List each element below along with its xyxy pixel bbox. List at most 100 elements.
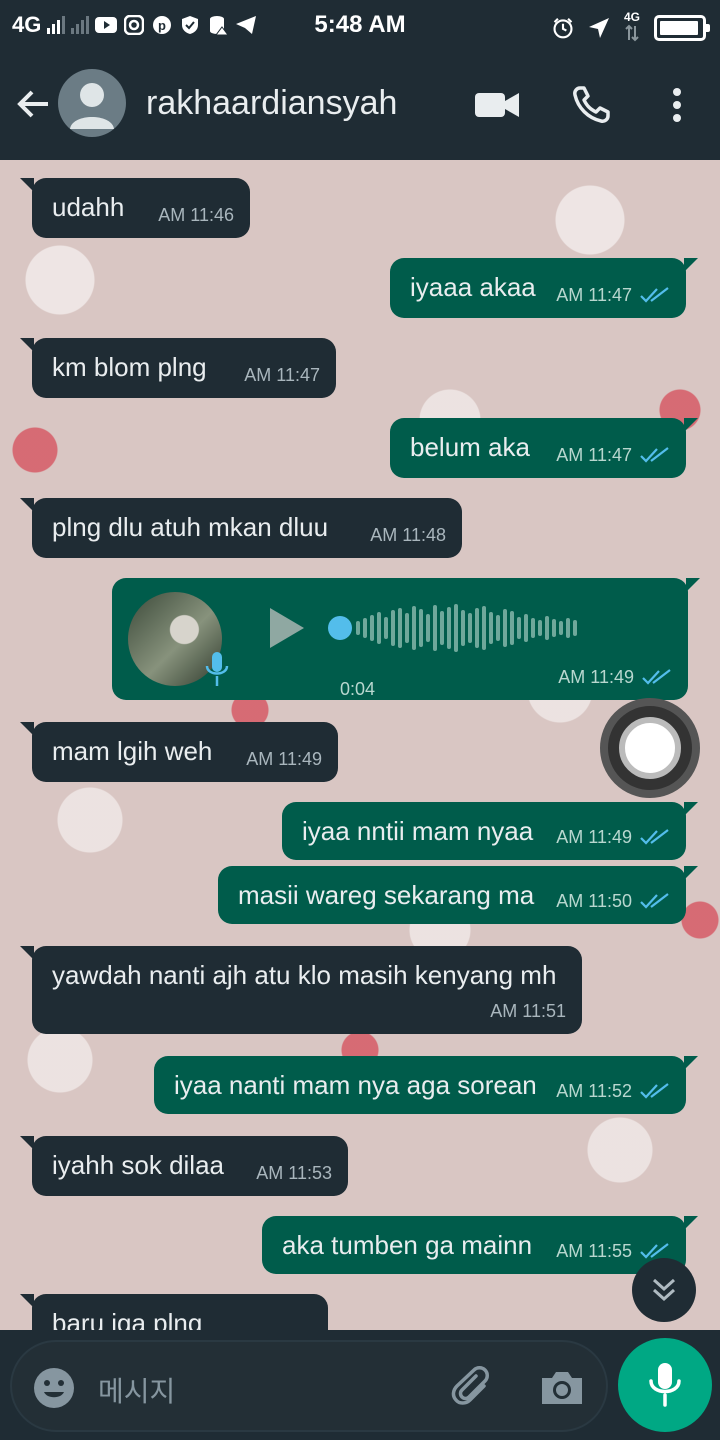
waveform-bar (475, 608, 479, 648)
message-placeholder: 메시지 (98, 1375, 176, 1408)
message-text: iyahh sok dilaa (52, 1150, 224, 1180)
floating-record-button[interactable] (600, 698, 700, 798)
phone-icon[interactable] (568, 82, 614, 128)
message-outgoing[interactable]: aka tumben ga mainn AM 11:55 (262, 1216, 698, 1274)
message-time: AM 11:49 (558, 662, 672, 692)
time-label: AM 11:52 (556, 1081, 632, 1101)
message-time: AM 11:49 (556, 822, 670, 852)
waveform-bar (398, 608, 402, 648)
waveform-bar (419, 609, 423, 647)
waveform-bar (377, 612, 381, 644)
location-icon (588, 17, 610, 39)
message-time: AM 11:51 (490, 996, 566, 1026)
waveform-bar (447, 607, 451, 649)
time-label: AM 11:49 (246, 749, 322, 769)
time-label: AM 11:49 (558, 667, 634, 687)
time-label: AM 11:50 (556, 891, 632, 911)
waveform-bar (538, 620, 542, 636)
message-outgoing[interactable]: belum aka AM 11:47 (390, 418, 698, 478)
message-outgoing[interactable]: iyaa nanti mam nya aga sorean AM 11:52 (154, 1056, 698, 1114)
mic-icon (205, 652, 229, 686)
waveform-bar (524, 614, 528, 642)
message-outgoing[interactable]: iyaaa akaa AM 11:47 (390, 258, 698, 318)
message-incoming[interactable]: udahh AM 11:46 (20, 178, 250, 238)
message-incoming[interactable]: plng dlu atuh mkan dluu AM 11:48 (20, 498, 462, 558)
battery-icon (654, 14, 710, 41)
waveform-bar (454, 604, 458, 652)
chat-area[interactable]: udahh AM 11:46 iyaaa akaa AM 11:47 km bl… (0, 160, 720, 1330)
playback-position-dot[interactable] (328, 616, 352, 640)
emoji-icon[interactable] (32, 1366, 76, 1410)
time-label: AM 11:48 (370, 525, 446, 545)
voice-waveform[interactable] (356, 600, 577, 656)
message-incoming[interactable]: baru iga plng (20, 1294, 328, 1330)
message-text: belum aka (410, 432, 530, 462)
data-indicator: 4G (624, 10, 640, 45)
waveform-bar (489, 612, 493, 644)
camera-icon[interactable] (538, 1364, 586, 1412)
waveform-bar (468, 613, 472, 643)
composer-bar: 메시지 (0, 1330, 720, 1440)
waveform-bar (503, 609, 507, 647)
message-incoming[interactable]: iyahh sok dilaa AM 11:53 (20, 1136, 348, 1196)
message-outgoing[interactable]: masii wareg sekarang ma AM 11:50 (218, 866, 698, 924)
back-arrow-icon[interactable] (14, 84, 54, 124)
waveform-bar (552, 619, 556, 637)
message-incoming[interactable]: km blom plng AM 11:47 (20, 338, 336, 398)
double-check-icon (640, 893, 669, 909)
contact-name[interactable]: rakhaardiansyah (146, 84, 397, 123)
waveform-bar (545, 616, 549, 640)
message-text: plng dlu atuh mkan dluu (52, 512, 329, 542)
waveform-bar (433, 605, 437, 651)
waveform-bar (482, 606, 486, 650)
message-text: iyaa nntii mam nyaa (302, 816, 534, 846)
alarm-icon (552, 17, 574, 39)
time-label: AM 11:51 (490, 1001, 566, 1021)
waveform-bar (461, 610, 465, 646)
message-outgoing[interactable]: iyaa nntii mam nyaa AM 11:49 (282, 802, 698, 860)
message-text: yawdah nanti ajh atu klo masih kenyang m… (52, 960, 557, 990)
message-time: AM 11:47 (556, 440, 670, 470)
message-time: AM 11:49 (246, 744, 322, 774)
message-text: udahh (52, 192, 125, 222)
waveform-bar (566, 618, 570, 638)
waveform-bar (370, 615, 374, 641)
double-check-icon (640, 1083, 669, 1099)
waveform-bar (356, 621, 360, 635)
message-text: iyaa nanti mam nya aga sorean (174, 1070, 537, 1100)
waveform-bar (405, 613, 409, 643)
status-right: 4G (552, 10, 710, 45)
double-check-icon (640, 829, 669, 845)
waveform-bar (496, 615, 500, 641)
play-icon[interactable] (264, 606, 308, 650)
more-options-icon[interactable] (654, 82, 700, 128)
message-text: aka tumben ga mainn (282, 1230, 533, 1260)
scroll-to-bottom-button[interactable] (632, 1258, 696, 1322)
attach-icon[interactable] (450, 1364, 498, 1412)
video-call-icon[interactable] (474, 82, 520, 128)
double-check-icon (640, 447, 669, 463)
message-text: km blom plng (52, 352, 207, 382)
waveform-bar (440, 611, 444, 645)
waveform-bar (384, 617, 388, 639)
chevron-down-icon (652, 1278, 676, 1302)
message-time: AM 11:46 (158, 200, 234, 230)
record-button-inner (619, 717, 681, 779)
time-label: AM 11:47 (556, 445, 632, 465)
message-incoming[interactable]: mam lgih weh AM 11:49 (20, 722, 338, 782)
time-label: AM 11:53 (256, 1163, 332, 1183)
waveform-bar (531, 618, 535, 638)
message-input[interactable]: 메시지 (10, 1340, 608, 1432)
message-incoming[interactable]: yawdah nanti ajh atu klo masih kenyang m… (20, 946, 582, 1034)
message-text: mam lgih weh (52, 736, 213, 766)
message-time: AM 11:50 (556, 886, 670, 916)
voice-message[interactable]: 0:04 AM 11:49 (112, 578, 700, 700)
network-type-right: 4G (623, 10, 640, 24)
avatar-icon (70, 83, 114, 129)
waveform-bar (510, 611, 514, 645)
voice-record-button[interactable] (618, 1338, 712, 1432)
message-time: AM 11:53 (256, 1158, 332, 1188)
avatar[interactable] (58, 69, 126, 137)
message-text: baru iga plng (52, 1308, 203, 1330)
time-label: AM 11:49 (556, 827, 632, 847)
